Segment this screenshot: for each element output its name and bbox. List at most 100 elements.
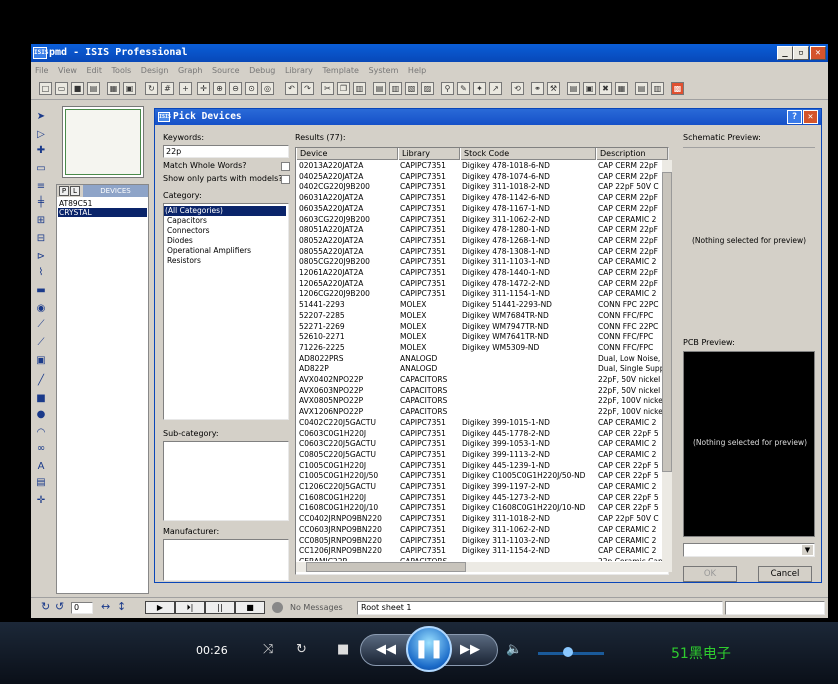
- dialog-help-button[interactable]: ?: [787, 110, 802, 124]
- bus-icon[interactable]: ╪: [34, 196, 48, 210]
- category-item-connectors[interactable]: Connectors: [166, 226, 286, 236]
- ares-icon[interactable]: ▩: [671, 82, 684, 95]
- ok-button[interactable]: OK: [683, 566, 737, 582]
- block-delete-icon[interactable]: ▨: [421, 82, 434, 95]
- print-icon[interactable]: ▦: [107, 82, 120, 95]
- minimize-button[interactable]: _: [777, 46, 793, 60]
- repeat-icon[interactable]: ↻: [296, 642, 307, 657]
- table-row[interactable]: 0805CG220J9B200 CAPIPC7351 Digikey 311-110…: [296, 257, 662, 268]
- menu-file[interactable]: File: [35, 66, 48, 75]
- category-item-capacitors[interactable]: Capacitors: [166, 216, 286, 226]
- results-horizontal-scrollbar[interactable]: [296, 562, 672, 572]
- previous-icon[interactable]: ◀◀: [376, 642, 396, 657]
- pan-icon[interactable]: ✛: [197, 82, 210, 95]
- path-icon[interactable]: ∞: [34, 442, 48, 456]
- grid-icon[interactable]: #: [161, 82, 174, 95]
- pick-from-library-button[interactable]: P: [59, 186, 69, 196]
- menu-library[interactable]: Library: [285, 66, 313, 75]
- table-row[interactable]: 51441-2293 MOLEX Digikey 51441-2293-ND CONN…: [296, 300, 662, 311]
- vertical-scroll-thumb[interactable]: [662, 172, 672, 472]
- cut-icon[interactable]: ✂: [321, 82, 334, 95]
- export-icon[interactable]: ▣: [583, 82, 596, 95]
- circle-icon[interactable]: ●: [34, 408, 48, 422]
- paste-icon[interactable]: ▥: [353, 82, 366, 95]
- text-script-icon[interactable]: ≡: [34, 180, 48, 194]
- undo-icon[interactable]: ↶: [285, 82, 298, 95]
- table-row[interactable]: AVX0402NPO22P CAPACITORS 22pF, 50V nickel: [296, 375, 662, 386]
- keywords-input[interactable]: 22p: [163, 145, 289, 158]
- table-row[interactable]: C0805C220J5GACTU CAPIPC7351 Digikey 399-11…: [296, 450, 662, 461]
- block-copy-icon[interactable]: ▤: [373, 82, 386, 95]
- table-row[interactable]: 52207-2285 MOLEX Digikey WM7684TR-ND CONN F…: [296, 311, 662, 322]
- table-row[interactable]: 1206CG220J9B200 CAPIPC7351 Digikey 311-115…: [296, 289, 662, 300]
- subcircuit-icon[interactable]: ⊞: [34, 214, 48, 228]
- cancel-button[interactable]: Cancel: [758, 566, 812, 582]
- results-vertical-scrollbar[interactable]: [662, 160, 672, 562]
- marker-icon[interactable]: ✛: [34, 494, 48, 508]
- volume-icon[interactable]: 🔈: [506, 642, 522, 657]
- terminals-icon[interactable]: ⊟: [34, 232, 48, 246]
- graph-icon[interactable]: ⌇: [34, 266, 48, 280]
- pause-icon[interactable]: ❚❚: [406, 626, 452, 672]
- table-row[interactable]: 08052A220JAT2A CAPIPC7351 Digikey 478-1268…: [296, 236, 662, 247]
- netlist-icon[interactable]: ▥: [651, 82, 664, 95]
- current-probe-icon[interactable]: ⟋: [34, 336, 48, 350]
- line-icon[interactable]: ╱: [34, 374, 48, 388]
- remove-sheet-icon[interactable]: ✖: [599, 82, 612, 95]
- category-item-diodes[interactable]: Diodes: [166, 236, 286, 246]
- subcategory-list[interactable]: [163, 441, 289, 521]
- menu-edit[interactable]: Edit: [86, 66, 102, 75]
- table-row[interactable]: 71226-2225 MOLEX Digikey WM5309-ND CONN FFC…: [296, 343, 662, 354]
- new-file-icon[interactable]: □: [39, 82, 52, 95]
- table-row[interactable]: 52271-2269 MOLEX Digikey WM7947TR-ND CONN F…: [296, 322, 662, 333]
- table-row[interactable]: AVX0805NPO22P CAPACITORS 22pF, 100V nicke: [296, 396, 662, 407]
- rotate-ccw-icon[interactable]: ↺: [55, 600, 64, 613]
- bom-icon[interactable]: ▤: [635, 82, 648, 95]
- close-button[interactable]: ✕: [810, 46, 826, 60]
- overview-window[interactable]: [62, 106, 144, 178]
- table-row[interactable]: C0603C0G1H220J CAPIPC7351 Digikey 445-1778…: [296, 429, 662, 440]
- menu-view[interactable]: View: [58, 66, 77, 75]
- copy-icon[interactable]: ❐: [337, 82, 350, 95]
- table-row[interactable]: CC1206JRNPO9BN220 CAPIPC7351 Digikey 311-1…: [296, 546, 662, 557]
- save-icon[interactable]: ■: [71, 82, 84, 95]
- table-row[interactable]: 04025A220JAT2A CAPIPC7351 Digikey 478-1074…: [296, 172, 662, 183]
- redo-icon[interactable]: ↷: [301, 82, 314, 95]
- show-models-checkbox[interactable]: [281, 175, 290, 184]
- junction-icon[interactable]: ✚: [34, 144, 48, 158]
- goto-sheet-icon[interactable]: ▦: [615, 82, 628, 95]
- menu-graph[interactable]: Graph: [178, 66, 203, 75]
- table-row[interactable]: CERAMIC22PCAPACITORS 22p Ceramic Cap: [296, 557, 662, 561]
- table-row[interactable]: C1206C220J5GACTU CAPIPC7351 Digikey 399-11…: [296, 482, 662, 493]
- table-row[interactable]: C0603C220J5GACTU CAPIPC7351 Digikey 399-10…: [296, 439, 662, 450]
- component-mode-icon[interactable]: ▷: [34, 128, 48, 142]
- manufacturer-list[interactable]: [163, 539, 289, 581]
- table-row[interactable]: 02013A220JAT2A CAPIPC7351 Digikey 478-1018…: [296, 161, 662, 172]
- menu-template[interactable]: Template: [322, 66, 359, 75]
- table-row[interactable]: AVX0603NPO22P CAPACITORS 22pF, 50V nickel: [296, 386, 662, 397]
- next-icon[interactable]: ▶▶: [460, 642, 480, 657]
- table-row[interactable]: 06031A220JAT2A CAPIPC7351 Digikey 478-1142…: [296, 193, 662, 204]
- box-icon[interactable]: ■: [34, 392, 48, 406]
- dialog-close-button[interactable]: ✕: [803, 110, 818, 124]
- voltage-probe-icon[interactable]: ⟋: [34, 318, 48, 332]
- selection-mode-icon[interactable]: ➤: [34, 110, 48, 124]
- import-icon[interactable]: ▤: [87, 82, 100, 95]
- category-item-resistors[interactable]: Resistors: [166, 256, 286, 266]
- property-tool-icon[interactable]: ⚒: [547, 82, 560, 95]
- table-row[interactable]: 08051A220JAT2A CAPIPC7351 Digikey 478-1280…: [296, 225, 662, 236]
- virtual-instrument-icon[interactable]: ▣: [34, 354, 48, 368]
- device-pins-icon[interactable]: ⊳: [34, 250, 48, 264]
- mirror-vertical-icon[interactable]: ↕: [117, 600, 126, 613]
- menu-debug[interactable]: Debug: [249, 66, 275, 75]
- wire-autorouter-icon[interactable]: ⟲: [511, 82, 524, 95]
- table-row[interactable]: CC0805JRNPO9BN220 CAPIPC7351 Digikey 311-1…: [296, 536, 662, 547]
- decompose-icon[interactable]: ↗: [489, 82, 502, 95]
- arc-icon[interactable]: ◠: [34, 426, 48, 440]
- results-table[interactable]: Device Library Stock Code Description 02…: [295, 147, 672, 575]
- table-row[interactable]: AD8022PRS ANALOGD Dual, Low Noise,: [296, 354, 662, 365]
- table-row[interactable]: C1005C0G1H220J/50 CAPIPC7351 Digikey C1005…: [296, 471, 662, 482]
- category-list[interactable]: (All Categories) Capacitors Connectors D…: [163, 203, 289, 420]
- table-row[interactable]: 12061A220JAT2A CAPIPC7351 Digikey 478-1440…: [296, 268, 662, 279]
- category-item-all[interactable]: (All Categories): [164, 206, 286, 216]
